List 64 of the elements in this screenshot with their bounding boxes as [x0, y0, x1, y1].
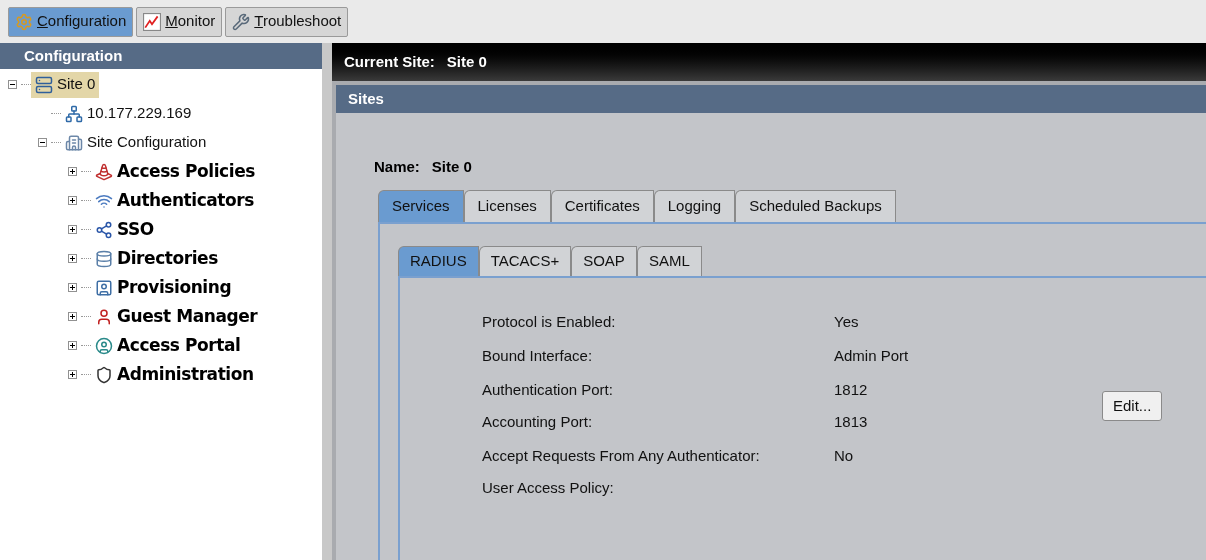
toolbar-tab[interactable]: Troubleshoot [225, 6, 349, 37]
tree-item[interactable]: Directories [91, 245, 222, 272]
field-label: Bound Interface: [482, 345, 594, 366]
database-icon [95, 249, 113, 268]
field-value: 1812 [834, 379, 868, 400]
traffic-cone-icon [95, 162, 113, 181]
tree-item[interactable]: Site 0 [31, 71, 100, 98]
expand-toggle[interactable] [68, 196, 77, 205]
expand-toggle[interactable] [68, 341, 77, 350]
tab[interactable]: Scheduled Backups [735, 190, 896, 222]
field-value: No [834, 445, 854, 466]
shield-icon [95, 365, 113, 384]
tree-item[interactable]: Access Policies [91, 158, 259, 185]
tab[interactable]: Certificates [550, 190, 654, 222]
panel-title: Sites [336, 85, 1206, 113]
person-icon [95, 336, 113, 355]
tree-item[interactable]: Access Portal [91, 332, 245, 359]
collapse-toggle[interactable] [8, 80, 17, 89]
tree-item[interactable]: Site Configuration [61, 129, 211, 156]
gear-icon [15, 12, 33, 31]
building-icon [65, 133, 83, 152]
tab[interactable]: SOAP [571, 246, 637, 276]
tab[interactable]: TACACS+ [478, 246, 572, 276]
tree-item[interactable]: Administration [91, 361, 258, 388]
tab[interactable]: RADIUS [398, 246, 479, 276]
field-label: User Access Policy: [482, 477, 615, 498]
expand-toggle[interactable] [68, 167, 77, 176]
tree-item[interactable]: SSO [91, 216, 158, 243]
person-icon [95, 307, 113, 326]
edit-button[interactable]: Edit... [1102, 391, 1163, 421]
field-label: Authentication Port: [482, 379, 614, 400]
tab[interactable]: SAML [636, 246, 702, 276]
user-icon [95, 278, 113, 297]
name-value: Site 0 [431, 156, 472, 177]
share-icon [95, 220, 113, 239]
tab[interactable]: Logging [653, 190, 736, 222]
chart-icon [143, 12, 162, 31]
tab[interactable]: Services [378, 190, 464, 222]
tree-item[interactable]: Guest Manager [91, 303, 262, 330]
wrench-icon [232, 12, 251, 31]
expand-toggle[interactable] [68, 225, 77, 234]
toolbar-tab[interactable]: Configuration [8, 6, 134, 37]
field-value: Yes [834, 311, 859, 332]
tree-item[interactable]: 10.177.229.169 [61, 100, 196, 127]
field-label: Accounting Port: [482, 411, 594, 432]
expand-toggle[interactable] [68, 283, 77, 292]
name-label: Name: [374, 156, 420, 177]
field-label: Accept Requests From Any Authenticator: [482, 445, 761, 466]
expand-toggle[interactable] [68, 370, 77, 379]
collapse-toggle[interactable] [38, 138, 47, 147]
field-value: Admin Port [834, 345, 909, 366]
current-site-value: Site 0 [446, 51, 487, 72]
toolbar-tab[interactable]: Monitor [136, 6, 223, 37]
expand-toggle[interactable] [68, 312, 77, 321]
field-value: 1813 [834, 411, 868, 432]
tree-item[interactable]: Provisioning [91, 274, 236, 301]
server-icon [35, 75, 53, 94]
sidebar-title: Configuration [0, 43, 322, 69]
network-icon [65, 104, 83, 123]
expand-toggle[interactable] [68, 254, 77, 263]
tab[interactable]: Licenses [463, 190, 551, 222]
current-site-label: Current Site: [344, 51, 435, 72]
tree-item[interactable]: Authenticators [91, 187, 258, 214]
field-label: Protocol is Enabled: [482, 311, 617, 332]
